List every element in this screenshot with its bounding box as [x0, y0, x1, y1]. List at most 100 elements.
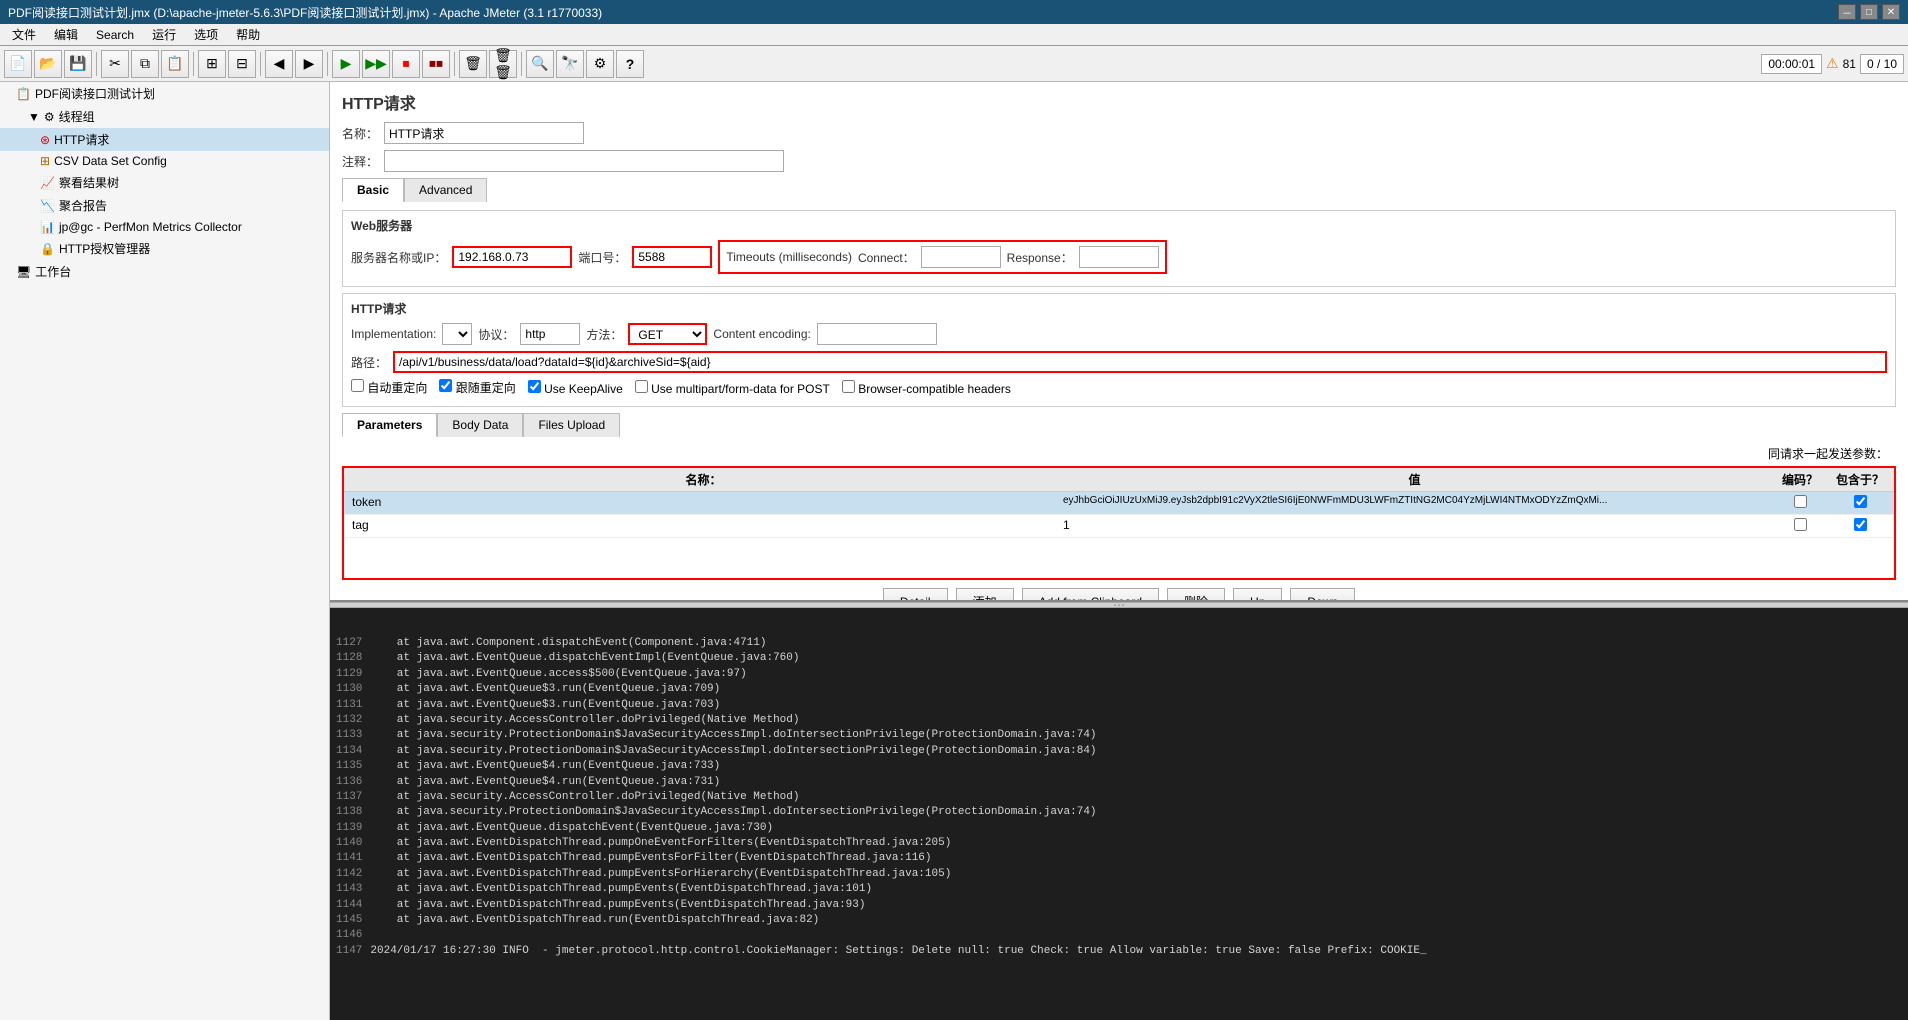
- log-line: 1137 at java.security.AccessController.d…: [336, 790, 1902, 805]
- log-line: 1142 at java.awt.EventDispatchThread.pum…: [336, 867, 1902, 882]
- delete-button[interactable]: 删除: [1167, 588, 1225, 602]
- minimize-button[interactable]: －: [1838, 4, 1856, 20]
- row1-include[interactable]: [1830, 494, 1890, 512]
- toolbar-new[interactable]: 📄: [4, 50, 32, 78]
- tab-basic[interactable]: Basic: [342, 178, 404, 202]
- toolbar-help[interactable]: ?: [616, 50, 644, 78]
- multipart-check-label[interactable]: Use multipart/form-data for POST: [635, 380, 830, 396]
- add-from-clipboard-button[interactable]: Add from Clipboard: [1022, 588, 1159, 602]
- log-line-num: 1144: [336, 899, 362, 911]
- toolbar-forward[interactable]: ▶: [295, 50, 323, 78]
- keepalive-check-label[interactable]: Use KeepAlive: [528, 380, 623, 396]
- toolbar-right: 00:00:01 ⚠ 81 0 / 10: [1761, 54, 1904, 74]
- toolbar-back[interactable]: ◀: [265, 50, 293, 78]
- csv-icon: ⊞: [40, 154, 50, 168]
- title-text: PDF阅读接口测试计划.jmx (D:\apache-jmeter-5.6.3\…: [8, 4, 602, 21]
- log-line-num: 1147: [336, 945, 362, 957]
- toolbar-stop-now[interactable]: ⏹⏹: [422, 50, 450, 78]
- tab-files-upload[interactable]: Files Upload: [523, 413, 620, 437]
- tab-body-data[interactable]: Body Data: [437, 413, 523, 437]
- multipart-checkbox[interactable]: [635, 380, 648, 393]
- toolbar-stop[interactable]: ⏹: [392, 50, 420, 78]
- keepalive-checkbox[interactable]: [528, 380, 541, 393]
- auto-redirect-checkbox[interactable]: [351, 379, 364, 392]
- connect-input[interactable]: [921, 246, 1001, 268]
- row1-encode[interactable]: [1770, 494, 1830, 512]
- tab-parameters[interactable]: Parameters: [342, 413, 437, 437]
- menu-file[interactable]: 文件: [4, 24, 44, 45]
- toolbar-run-all[interactable]: ▶▶: [362, 50, 390, 78]
- up-button[interactable]: Up: [1233, 588, 1282, 602]
- toolbar-expand[interactable]: ⊞: [198, 50, 226, 78]
- encoding-input[interactable]: [817, 323, 937, 345]
- toolbar-save[interactable]: 💾: [64, 50, 92, 78]
- agg-icon: 📉: [40, 199, 55, 213]
- browser-check-label[interactable]: Browser-compatible headers: [842, 380, 1011, 396]
- http-request-title: HTTP请求: [351, 300, 1887, 317]
- log-line-text: at java.awt.EventDispatchThread.pumpEven…: [370, 899, 865, 911]
- toolbar-zoom[interactable]: 🔭: [556, 50, 584, 78]
- close-button[interactable]: ✕: [1882, 4, 1900, 20]
- response-input[interactable]: [1079, 246, 1159, 268]
- follow-redirect-checkbox[interactable]: [439, 379, 452, 392]
- toolbar-search[interactable]: 🔍: [526, 50, 554, 78]
- impl-label: Implementation:: [351, 327, 436, 341]
- log-line: 1129 at java.awt.EventQueue.access$500(E…: [336, 667, 1902, 682]
- tree-item-csv[interactable]: ⊞ CSV Data Set Config: [0, 151, 329, 171]
- down-button[interactable]: Down: [1290, 588, 1355, 602]
- tree-label-workbench: 工作台: [35, 263, 71, 280]
- tree-item-agg[interactable]: 📉 聚合报告: [0, 194, 329, 217]
- comment-row: 注释：: [342, 150, 1896, 172]
- maximize-button[interactable]: □: [1860, 4, 1878, 20]
- tree-item-plan[interactable]: 📋 PDF阅读接口测试计划: [0, 82, 329, 105]
- toolbar-clear[interactable]: 🗑: [459, 50, 487, 78]
- server-label: 服务器名称或IP：: [351, 249, 446, 266]
- log-line: 1133 at java.security.ProtectionDomain$J…: [336, 728, 1902, 743]
- toolbar-run[interactable]: ▶: [332, 50, 360, 78]
- request-label-text: 同请求一起发送参数：: [1768, 447, 1888, 461]
- server-ip-input[interactable]: [452, 246, 572, 268]
- toolbar-open[interactable]: 📂: [34, 50, 62, 78]
- menu-search[interactable]: Search: [88, 26, 142, 44]
- impl-select[interactable]: [442, 323, 472, 345]
- follow-redirect-check-label[interactable]: 跟随重定向: [439, 379, 515, 396]
- menu-help[interactable]: 帮助: [228, 24, 268, 45]
- toolbar-collapse[interactable]: ⊟: [228, 50, 256, 78]
- menu-edit[interactable]: 编辑: [46, 24, 86, 45]
- log-line-num: 1128: [336, 652, 362, 664]
- toolbar-settings[interactable]: ⚙: [586, 50, 614, 78]
- auto-redirect-check-label[interactable]: 自动重定向: [351, 379, 427, 396]
- menu-options[interactable]: 选项: [186, 24, 226, 45]
- log-line: 1146: [336, 928, 1902, 943]
- tree-item-workbench[interactable]: 🖥 工作台: [0, 260, 329, 283]
- log-line: 1145 at java.awt.EventDispatchThread.run…: [336, 913, 1902, 928]
- workbench-icon: 🖥: [16, 265, 31, 279]
- window-controls[interactable]: － □ ✕: [1838, 4, 1900, 20]
- log-line-text: at java.awt.EventQueue$3.run(EventQueue.…: [370, 699, 720, 711]
- comment-input[interactable]: [384, 150, 784, 172]
- log-line-num: 1127: [336, 637, 362, 649]
- tree-item-results[interactable]: 📈 察看结果树: [0, 171, 329, 194]
- toolbar-copy[interactable]: ⧉: [131, 50, 159, 78]
- toolbar-cut[interactable]: ✂: [101, 50, 129, 78]
- tree-item-perfmon[interactable]: 📊 jp@gc - PerfMon Metrics Collector: [0, 217, 329, 237]
- tab-advanced[interactable]: Advanced: [404, 178, 487, 202]
- method-select[interactable]: GET POST PUT DELETE: [628, 323, 707, 345]
- tree-item-auth[interactable]: 🔒 HTTP授权管理器: [0, 237, 329, 260]
- add-button[interactable]: 添加: [956, 588, 1014, 602]
- protocol-input[interactable]: [520, 323, 580, 345]
- name-input[interactable]: [384, 122, 584, 144]
- toolbar-clear-all[interactable]: 🗑🗑: [489, 50, 517, 78]
- menu-run[interactable]: 运行: [144, 24, 184, 45]
- browser-checkbox[interactable]: [842, 380, 855, 393]
- log-line-text: at java.awt.EventDispatchThread.pumpEven…: [370, 883, 872, 895]
- row2-encode[interactable]: [1770, 517, 1830, 535]
- path-input[interactable]: [393, 351, 1887, 373]
- tree-item-http[interactable]: ⊛ HTTP请求: [0, 128, 329, 151]
- row2-include[interactable]: [1830, 517, 1890, 535]
- encoding-label: Content encoding:: [713, 327, 810, 341]
- tree-item-threadgroup[interactable]: ▼ ⚙ 线程组: [0, 105, 329, 128]
- toolbar-paste[interactable]: 📋: [161, 50, 189, 78]
- port-input[interactable]: [632, 246, 712, 268]
- detail-button[interactable]: Detail: [883, 588, 948, 602]
